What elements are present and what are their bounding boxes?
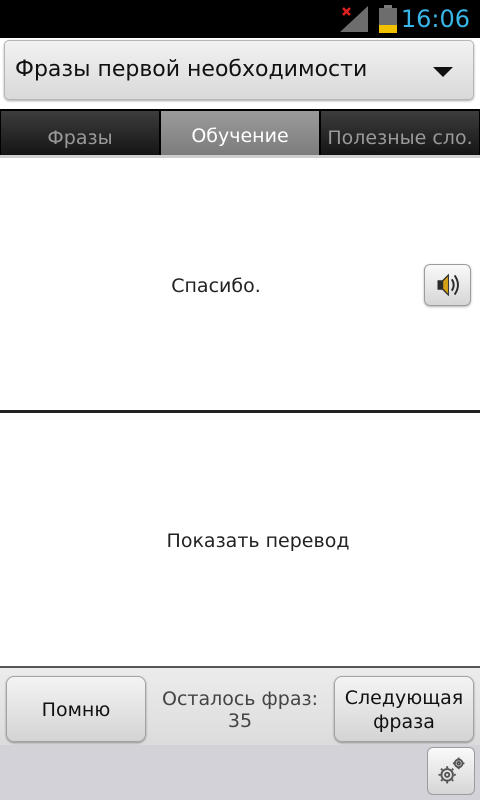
bottom-bar: Помню Осталось фраз: 35 Следующая фраза bbox=[0, 666, 480, 800]
settings-button[interactable] bbox=[427, 747, 475, 795]
clock-time: 16:06 bbox=[400, 5, 470, 33]
speaker-icon bbox=[437, 273, 459, 297]
translation-panel[interactable]: Показать перевод bbox=[0, 413, 480, 666]
phrase-panel: Спасибо. bbox=[0, 160, 480, 410]
category-dropdown-value: Фразы первой необходимости bbox=[15, 57, 368, 82]
next-phrase-button[interactable]: Следующая фраза bbox=[334, 676, 474, 742]
remaining-phrases: Осталось фраз: 35 bbox=[150, 688, 330, 732]
show-translation-prompt[interactable]: Показать перевод bbox=[0, 530, 480, 552]
remaining-count: 35 bbox=[227, 710, 253, 732]
tab-useful-words[interactable]: Полезные сло. bbox=[321, 111, 479, 155]
chevron-down-icon bbox=[433, 67, 453, 77]
settings-gear-icon bbox=[438, 757, 465, 784]
category-dropdown[interactable]: Фразы первой необходимости bbox=[4, 40, 474, 100]
tab-phrases[interactable]: Фразы bbox=[1, 111, 159, 155]
next-phrase-label-line1: Следующая bbox=[344, 687, 464, 709]
play-sound-button[interactable] bbox=[424, 264, 471, 306]
tab-underline bbox=[0, 155, 480, 158]
remember-button[interactable]: Помню bbox=[6, 676, 146, 742]
signal-no-service-icon bbox=[340, 6, 368, 32]
tab-learning[interactable]: Обучение bbox=[161, 111, 319, 155]
tab-bar: Фразы Обучение Полезные сло. bbox=[0, 109, 480, 157]
remaining-label: Осталось фраз: bbox=[161, 688, 319, 710]
phrase-text: Спасибо. bbox=[171, 275, 261, 297]
bottom-controls: Помню Осталось фраз: 35 Следующая фраза bbox=[0, 666, 480, 745]
next-phrase-label-line2: фраза bbox=[373, 711, 435, 733]
battery-low-icon bbox=[379, 5, 397, 33]
status-bar: 16:06 bbox=[0, 0, 480, 38]
